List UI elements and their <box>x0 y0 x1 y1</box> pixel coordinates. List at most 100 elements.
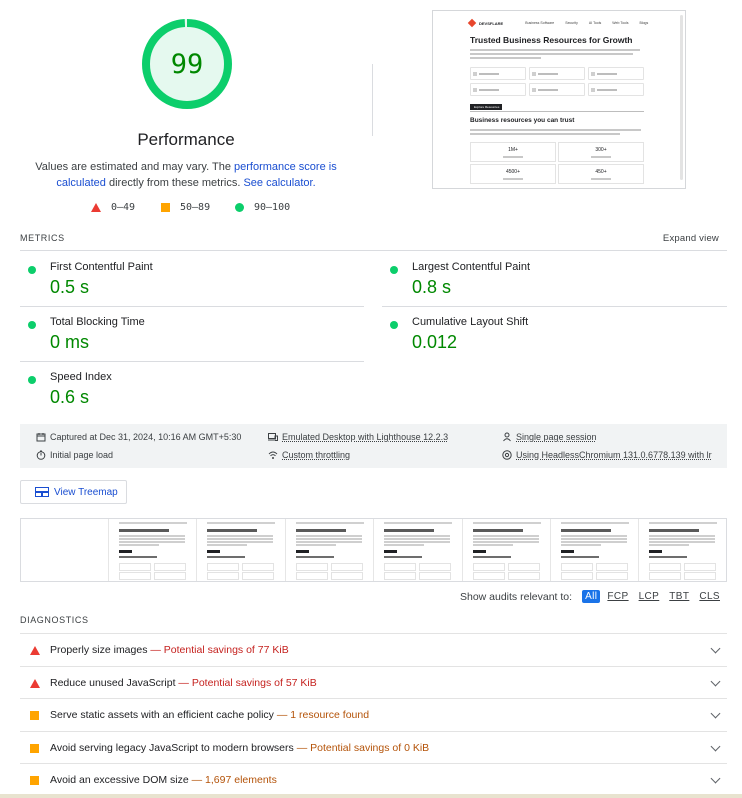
triangle-fail-icon <box>30 679 40 688</box>
thumb-cards <box>470 67 644 96</box>
thumb-nav-item: Business Software <box>525 21 555 25</box>
performance-score: 99 <box>170 48 204 80</box>
square-average-icon <box>30 711 39 720</box>
metric-divider <box>20 361 364 362</box>
pass-dot-icon <box>390 266 398 274</box>
thumb-stat: 300+ <box>558 142 644 162</box>
legend-pass: 90–100 <box>235 202 290 213</box>
text-line <box>470 133 620 135</box>
filter-fcp[interactable]: FCP <box>604 590 631 603</box>
thumb-button: Explore Resources <box>470 104 502 110</box>
thumb-card <box>529 83 585 96</box>
thumb-card <box>588 67 644 80</box>
final-screenshot[interactable]: DEVSFLARE Business Software Security AI … <box>432 10 686 189</box>
diagnostic-row[interactable]: Avoid serving legacy JavaScript to moder… <box>20 731 727 764</box>
thumb-card <box>470 67 526 80</box>
pass-dot-icon <box>28 376 36 384</box>
square-average-icon <box>30 744 39 753</box>
score-legend: 0–49 50–89 90–100 <box>0 202 372 216</box>
text-line <box>470 129 641 131</box>
initial-load: Initial page load <box>36 450 113 460</box>
thumb-subheading: Business resources you can trust <box>470 117 575 124</box>
devices-icon <box>268 433 278 441</box>
initial-load-text: Initial page load <box>50 450 114 460</box>
chevron-down-icon[interactable] <box>710 741 721 752</box>
diagnostic-row[interactable]: Reduce unused JavaScript — Potential sav… <box>20 666 727 699</box>
filmstrip-frame <box>639 519 726 581</box>
metric-title: First Contentful Paint <box>50 261 153 273</box>
diagnostics-label: DIAGNOSTICS <box>20 615 89 625</box>
metric-value: 0.5 s <box>50 277 90 297</box>
triangle-fail-icon <box>91 203 101 212</box>
diagnostic-detail: 1,697 elements <box>205 774 277 786</box>
throttling-text: Custom throttling <box>282 450 351 460</box>
filmstrip-frame <box>374 519 463 581</box>
thumb-nav-item: Security <box>565 21 578 25</box>
pass-dot-icon <box>28 321 36 329</box>
filter-lcp[interactable]: LCP <box>636 590 663 603</box>
chevron-down-icon[interactable] <box>710 676 721 687</box>
expand-view-toggle[interactable]: Expand view <box>663 233 719 244</box>
thumb-heading: Trusted Business Resources for Growth <box>470 35 633 45</box>
legend-pass-range: 90–100 <box>254 202 291 213</box>
diagnostic-row[interactable]: Serve static assets with an efficient ca… <box>20 698 727 731</box>
emulated-device[interactable]: Emulated Desktop with Lighthouse 12.2.3 <box>268 432 448 442</box>
desc-prefix: Values are estimated and may vary. The <box>35 161 234 173</box>
metric-title: Largest Contentful Paint <box>412 261 531 273</box>
thumb-nav-item: Web Tools <box>612 21 629 25</box>
score-description: Values are estimated and may vary. The p… <box>30 159 342 191</box>
audit-filter-label: Show audits relevant to: <box>459 590 573 603</box>
view-treemap-label: View Treemap <box>54 486 118 498</box>
metric-tbt: Total Blocking Time 0 ms <box>20 313 360 365</box>
thumb-card <box>470 83 526 96</box>
chevron-down-icon[interactable] <box>710 773 721 784</box>
thumb-subparagraph <box>470 129 644 137</box>
thumb-nav-item: Blogs <box>639 21 649 25</box>
page-session-text: Single page session <box>516 432 597 442</box>
thumb-stat: 1M+ <box>470 142 556 162</box>
diagnostic-title: Properly size images <box>50 644 148 656</box>
text-line <box>470 53 634 55</box>
page-session[interactable]: Single page session <box>502 432 597 442</box>
diagnostic-row[interactable]: Avoid an excessive DOM size — 1,697 elem… <box>20 763 727 796</box>
text-line <box>470 49 640 51</box>
text-line <box>470 57 542 59</box>
thumb-stats: 1M+ 300+ 4500+ 450+ <box>470 142 644 184</box>
bottom-edge <box>0 794 742 798</box>
metric-fcp: First Contentful Paint 0.5 s <box>20 258 360 310</box>
circle-pass-icon <box>235 203 244 212</box>
filter-cls[interactable]: CLS <box>696 590 723 603</box>
metric-title: Speed Index <box>50 371 112 383</box>
filmstrip-frame <box>550 519 640 581</box>
captured-at: Captured at Dec 31, 2024, 10:16 AM GMT+5… <box>36 432 241 442</box>
filter-all[interactable]: All <box>582 590 601 603</box>
browser-version-text: Using HeadlessChromium 131.0.6778.139 wi… <box>516 450 712 460</box>
audit-filter: Show audits relevant to: All FCP LCP TBT… <box>460 590 723 603</box>
calendar-icon <box>36 433 46 442</box>
timer-icon <box>36 450 46 460</box>
chevron-down-icon[interactable] <box>710 643 721 654</box>
throttling[interactable]: Custom throttling <box>268 450 350 460</box>
diagnostic-row[interactable]: Properly size images — Potential savings… <box>20 633 727 666</box>
thumb-stat: 4500+ <box>470 164 556 184</box>
performance-gauge[interactable]: 99 <box>141 18 233 110</box>
legend-fail: 0–49 <box>91 202 135 213</box>
filter-tbt[interactable]: TBT <box>666 590 692 603</box>
metrics-divider <box>20 250 727 251</box>
thumb-navlinks: Business Software Security AI Tools Web … <box>525 21 659 25</box>
view-treemap-button[interactable]: View Treemap <box>20 480 127 504</box>
filmstrip <box>20 518 727 582</box>
chrome-icon <box>502 450 512 460</box>
runtime-settings: Captured at Dec 31, 2024, 10:16 AM GMT+5… <box>20 424 727 468</box>
chevron-down-icon[interactable] <box>710 708 721 719</box>
calculator-link[interactable]: See calculator. <box>243 177 315 189</box>
diagnostic-title: Avoid an excessive DOM size <box>50 774 189 786</box>
browser-version[interactable]: Using HeadlessChromium 131.0.6778.139 wi… <box>502 450 712 460</box>
metric-title: Cumulative Layout Shift <box>412 316 529 328</box>
metric-lcp: Largest Contentful Paint 0.8 s <box>382 258 722 310</box>
thumb-nav-item: AI Tools <box>588 21 602 25</box>
thumb-card <box>588 83 644 96</box>
thumb-stat: 450+ <box>558 164 644 184</box>
legend-average-range: 50–89 <box>180 202 211 213</box>
thumb-scrollbar <box>680 15 683 180</box>
